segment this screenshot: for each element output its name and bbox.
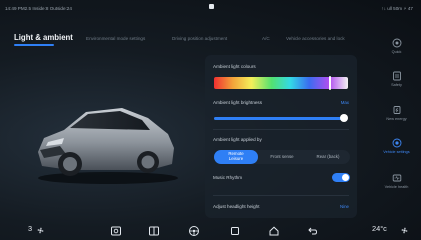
safety-icon bbox=[393, 71, 401, 81]
rail-item-new-energy[interactable]: New energy bbox=[372, 102, 421, 132]
active-tab-indicator bbox=[14, 44, 54, 46]
music-rhythm-label: Music Rhythm bbox=[213, 175, 243, 180]
rail-item-vehicle-health[interactable]: Vehicle health bbox=[372, 170, 421, 200]
bottom-dock: 3 24°c bbox=[0, 222, 421, 240]
ambient-colour-label: Ambient light colours bbox=[213, 64, 256, 69]
car-illustration bbox=[38, 108, 178, 184]
brightness-slider-thumb[interactable] bbox=[339, 114, 348, 122]
toggle-knob bbox=[342, 174, 349, 181]
status-bar: 14:49 PM2.5 Inside:8 Outside:24 ↑↓ ull 5… bbox=[0, 0, 421, 16]
segment-remote-leisure[interactable]: Remote Leisure bbox=[214, 150, 258, 164]
rail-item-label: Safety bbox=[391, 83, 402, 87]
applied-by-label: Ambient light applied by bbox=[213, 137, 262, 142]
camera-icon[interactable] bbox=[110, 225, 122, 237]
square-icon[interactable] bbox=[229, 225, 241, 237]
category-tabs: Light & ambient Environmental mode setti… bbox=[0, 30, 372, 46]
rail-item-label: Vehicle health bbox=[384, 185, 409, 189]
brightness-value: Max bbox=[340, 100, 349, 105]
temperature-value[interactable]: 24°c bbox=[372, 224, 387, 233]
new-energy-icon bbox=[393, 106, 401, 114]
divider bbox=[213, 129, 349, 130]
rail-item-vehicle-settings[interactable]: Vehicle settings bbox=[372, 135, 421, 165]
vehicle-settings-screen: 14:49 PM2.5 Inside:8 Outside:24 ↑↓ ull 5… bbox=[0, 0, 421, 240]
tab-vehicle-accessories[interactable]: Vehicle accessories and lock bbox=[286, 36, 345, 41]
vehicle-settings-icon bbox=[392, 138, 402, 148]
fan-level[interactable]: 3 bbox=[28, 224, 32, 233]
notification-icon bbox=[209, 4, 214, 9]
tab-ac[interactable]: A/C bbox=[262, 36, 270, 41]
tab-environmental-mode[interactable]: Environmental mode settings bbox=[86, 36, 145, 41]
home-icon[interactable] bbox=[268, 225, 280, 237]
brightness-slider-fill bbox=[214, 117, 344, 120]
headlight-height-value[interactable]: Nine bbox=[340, 204, 349, 209]
quick-settings-icon bbox=[392, 38, 402, 48]
ambient-colour-spectrum[interactable] bbox=[214, 77, 348, 89]
ambient-light-panel: Ambient light colours Ambient light brig… bbox=[205, 55, 357, 218]
back-icon[interactable] bbox=[307, 225, 319, 237]
segment-front-sense[interactable]: Front sense bbox=[260, 150, 304, 164]
segment-rear-back[interactable]: Rear (back) bbox=[306, 150, 350, 164]
rail-item-label: Quick bbox=[391, 50, 402, 54]
fan-icon[interactable] bbox=[400, 226, 409, 235]
status-right-text: ↑↓ ull 50m ⚡︎ 47 bbox=[381, 6, 413, 11]
rail-item-label: Vehicle settings bbox=[383, 150, 410, 154]
steering-wheel-icon[interactable] bbox=[188, 225, 200, 237]
rail-item-label: New energy bbox=[386, 117, 407, 121]
rail-item-safety[interactable]: Safety bbox=[372, 68, 421, 98]
tab-driving-position[interactable]: Driving position adjustment bbox=[172, 36, 227, 41]
right-rail: Quick Safety New energy Vehicle settings… bbox=[372, 30, 421, 200]
brightness-label: Ambient light brightness bbox=[213, 100, 263, 105]
headlight-height-label: Adjust headlight height bbox=[213, 204, 260, 209]
vehicle-health-icon bbox=[392, 174, 402, 182]
rail-item-quick[interactable]: Quick bbox=[372, 35, 421, 65]
colour-selection-cursor[interactable] bbox=[329, 76, 332, 90]
fan-icon[interactable] bbox=[36, 226, 45, 235]
brightness-slider[interactable] bbox=[214, 114, 348, 122]
divider bbox=[213, 195, 349, 196]
tab-light-ambient[interactable]: Light & ambient bbox=[14, 33, 73, 42]
applied-by-selector: Remote Leisure Front sense Rear (back) bbox=[214, 150, 350, 164]
music-rhythm-toggle[interactable] bbox=[332, 173, 350, 182]
split-screen-icon[interactable] bbox=[148, 225, 160, 237]
status-left-text: 14:49 PM2.5 Inside:8 Outside:24 bbox=[5, 6, 72, 11]
